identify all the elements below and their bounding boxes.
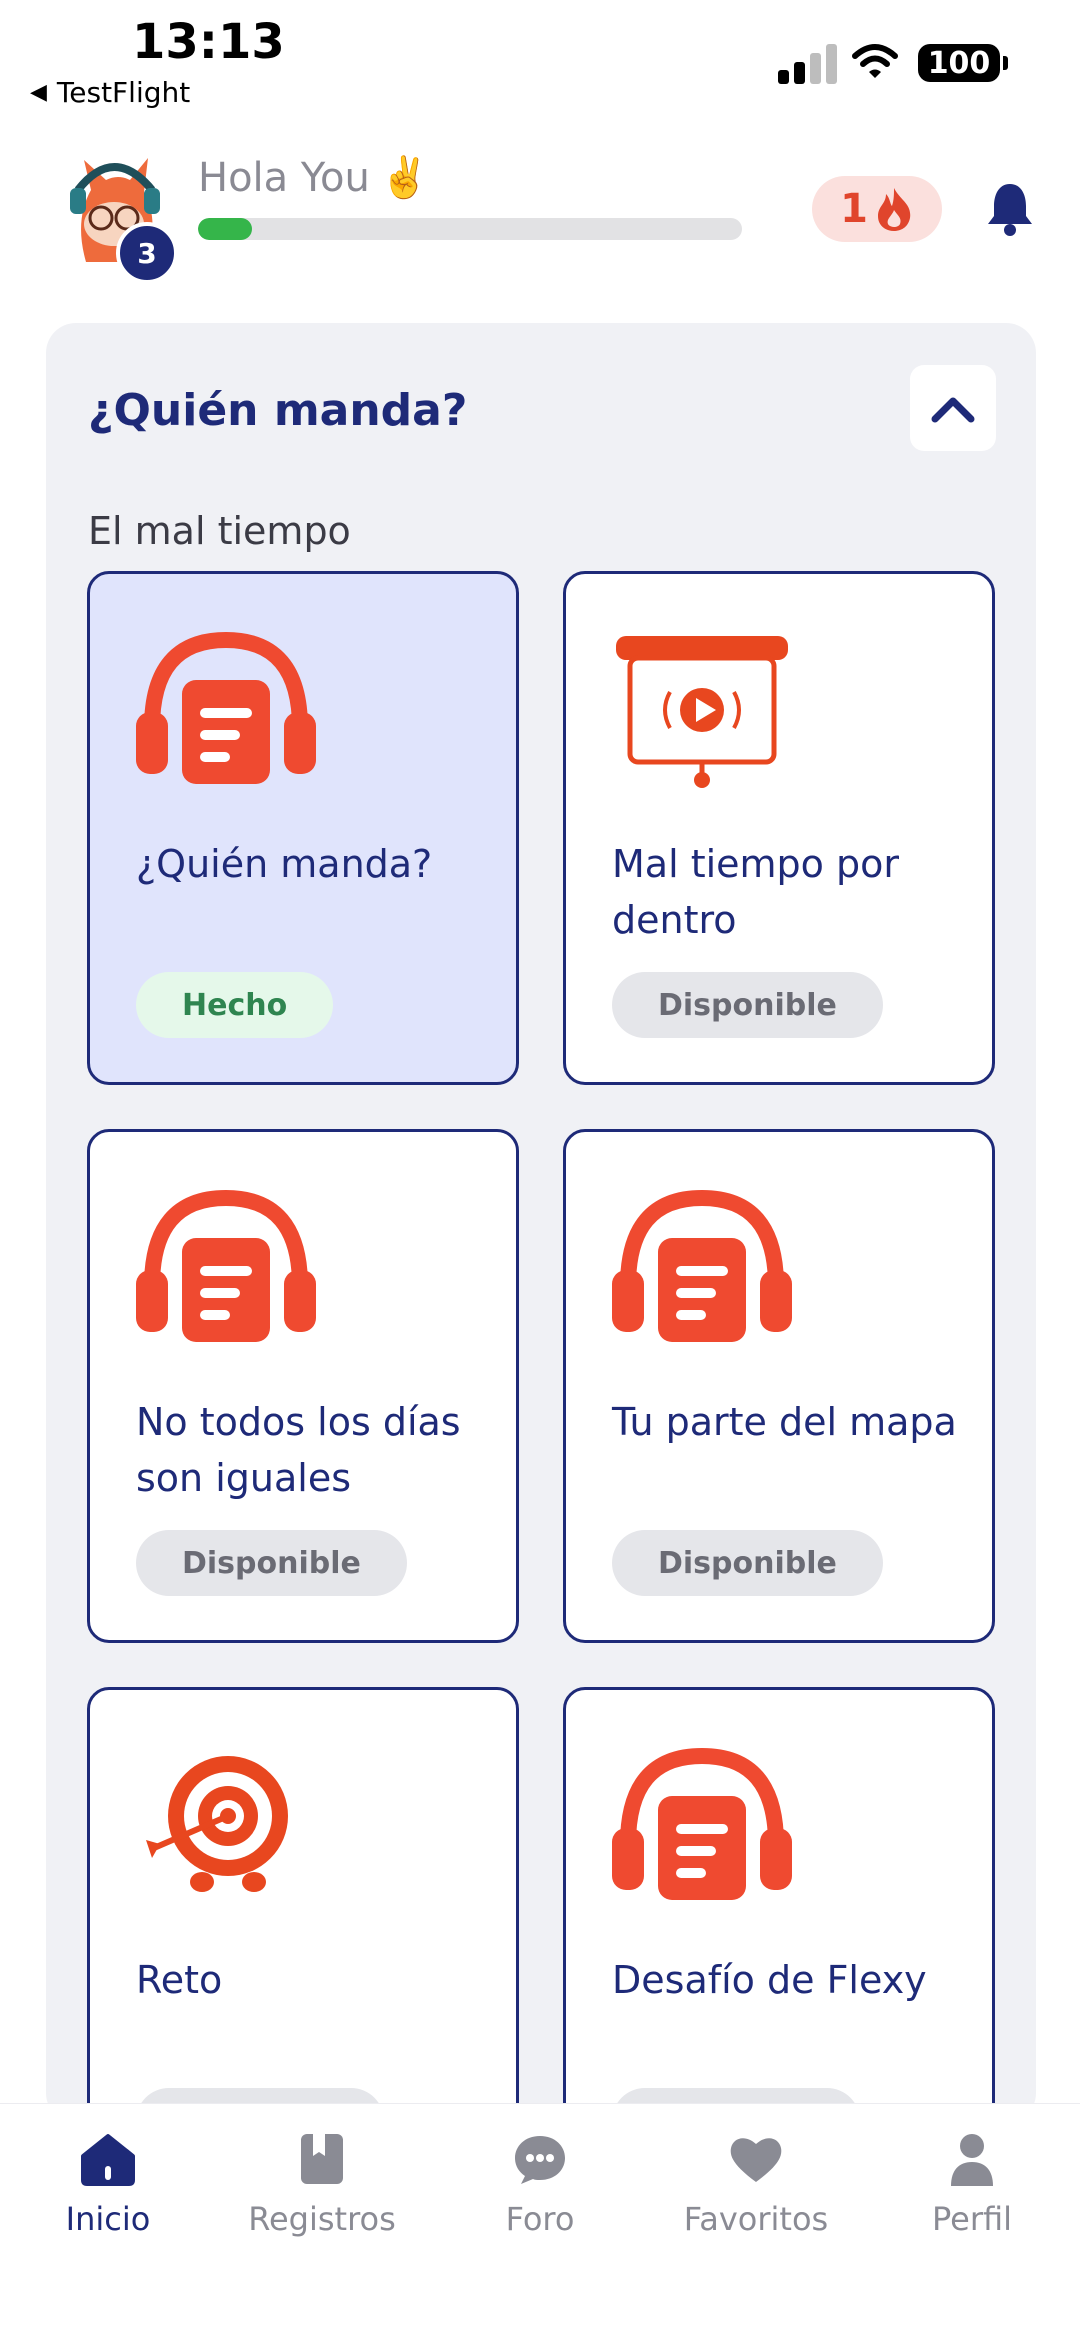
nav-tab-favoritos[interactable]: Favoritos: [656, 2130, 856, 2238]
heart-icon: [730, 2138, 782, 2182]
section-title: ¿Quién manda?: [88, 385, 468, 436]
level-badge: 3: [116, 222, 178, 284]
victory-hand-emoji: ✌️: [379, 155, 430, 201]
lesson-card-title: Tu parte del mapa: [612, 1400, 957, 1444]
xp-progress-fill: [198, 218, 253, 240]
lesson-section-panel: ¿Quién manda? El mal tiempo ¿Quién manda…: [46, 323, 1036, 2201]
lesson-status-badge: Hecho: [136, 972, 334, 1038]
lesson-status-badge: Disponible: [612, 1530, 883, 1596]
headphones-document-icon: [612, 1189, 792, 1342]
section-subtitle: El mal tiempo: [88, 509, 351, 553]
person-icon: [951, 2134, 993, 2186]
flame-icon: [877, 188, 911, 231]
lesson-card-title: No todos los días son iguales: [136, 1400, 461, 1500]
xp-progress-bar: [198, 218, 742, 240]
book-icon: [301, 2134, 343, 2184]
battery-indicator: 100: [918, 44, 1008, 82]
lesson-card-title: Reto: [136, 1958, 223, 2002]
streak-count: 1: [840, 186, 868, 232]
nav-label: Perfil: [931, 2200, 1013, 2238]
bottom-navigation: Inicio Registros Foro Favoritos Perfil: [0, 2103, 1080, 2337]
nav-tab-registros[interactable]: Registros: [222, 2130, 422, 2238]
back-arrow-icon: ◀: [30, 80, 47, 105]
nav-tab-inicio[interactable]: Inicio: [8, 2130, 208, 2238]
lesson-card-title: Desafío de Flexy: [612, 1958, 927, 2002]
greeting-text: Hola You: [198, 154, 370, 201]
chat-icon: [515, 2136, 565, 2184]
collapse-section-button[interactable]: [910, 365, 996, 451]
status-bar: 13:13 ◀ TestFlight 100: [0, 0, 1080, 120]
nav-tab-perfil[interactable]: Perfil: [872, 2130, 1072, 2238]
video-presentation-icon: [616, 636, 788, 788]
nav-tab-foro[interactable]: Foro: [440, 2130, 640, 2238]
lesson-card-title: ¿Quién manda?: [136, 842, 433, 886]
nav-label: Foro: [505, 2200, 575, 2238]
lesson-card-tu-parte-del-mapa[interactable]: Tu parte del mapa Disponible: [563, 1129, 995, 1643]
nav-label: Inicio: [65, 2200, 151, 2238]
wifi-icon: [852, 44, 898, 78]
back-to-testflight-link[interactable]: ◀ TestFlight: [30, 76, 190, 109]
lesson-card-mal-tiempo-por-dentro[interactable]: Mal tiempo por dentro Disponible: [563, 571, 995, 1085]
home-icon: [81, 2134, 135, 2186]
target-icon: [146, 1756, 288, 1892]
back-app-label: TestFlight: [56, 76, 191, 109]
app-screen: 13:13 ◀ TestFlight 100 3 Hola You ✌️ 1 ¿…: [0, 0, 1080, 2337]
status-time: 13:13: [132, 14, 285, 70]
greeting: Hola You ✌️: [198, 154, 430, 202]
headphones-document-icon: [136, 1189, 316, 1342]
notifications-bell-icon[interactable]: [986, 180, 1034, 236]
cellular-signal-icon: [778, 44, 837, 84]
headphones-document-icon: [136, 631, 316, 784]
lesson-card-quien-manda[interactable]: ¿Quién manda? Hecho: [87, 571, 519, 1085]
lesson-card-title: Mal tiempo por dentro: [612, 842, 900, 942]
lesson-status-badge: Disponible: [612, 972, 883, 1038]
lesson-card-no-todos-los-dias[interactable]: No todos los días son iguales Disponible: [87, 1129, 519, 1643]
nav-label: Registros: [248, 2200, 396, 2238]
streak-badge[interactable]: 1: [812, 176, 942, 242]
headphones-document-icon: [612, 1747, 792, 1900]
lesson-status-badge: Disponible: [136, 1530, 407, 1596]
nav-label: Favoritos: [683, 2200, 829, 2238]
chevron-up-icon: [931, 397, 975, 423]
